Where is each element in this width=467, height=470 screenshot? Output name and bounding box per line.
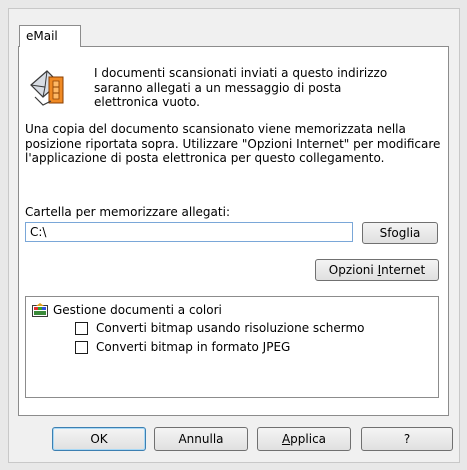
browse-button-label: Sfoglia xyxy=(379,226,421,240)
folder-label: Cartella per memorizzare allegati: xyxy=(25,205,230,219)
tab-email[interactable]: eMail xyxy=(19,25,81,47)
color-management-title: Gestione documenti a colori xyxy=(53,303,222,317)
internet-options-label-suffix: nternet xyxy=(381,263,426,277)
convert-screen-resolution-label: Converti bitmap usando risoluzione scher… xyxy=(96,321,365,335)
folder-path-input[interactable] xyxy=(25,222,353,242)
convert-jpeg-checkbox[interactable] xyxy=(75,341,88,354)
ok-button-label: OK xyxy=(90,432,108,446)
tab-email-label: eMail xyxy=(26,29,58,43)
convert-screen-resolution-checkbox[interactable] xyxy=(75,322,88,335)
cancel-button-label: Annulla xyxy=(178,432,224,446)
help-button-label: ? xyxy=(403,432,411,446)
apply-mnemonic: A xyxy=(281,432,291,446)
apply-button[interactable]: Applica xyxy=(257,427,351,451)
ok-button[interactable]: OK xyxy=(52,427,146,451)
internet-options-button[interactable]: Opzioni Internet xyxy=(315,259,439,281)
cancel-button[interactable]: Annulla xyxy=(154,427,248,451)
email-attachment-icon xyxy=(30,70,64,106)
internet-options-label-prefix: Opzioni xyxy=(328,263,378,277)
help-button[interactable]: ? xyxy=(361,427,453,451)
intro-text: I documenti scansionati inviati a questo… xyxy=(94,66,388,109)
apply-button-label-suffix: pplica xyxy=(290,432,327,446)
convert-jpeg-label: Converti bitmap in formato JPEG xyxy=(96,340,291,354)
color-management-icon xyxy=(32,303,48,317)
browse-button[interactable]: Sfoglia xyxy=(362,222,438,244)
description-text: Una copia del documento scansionato vien… xyxy=(25,122,441,165)
